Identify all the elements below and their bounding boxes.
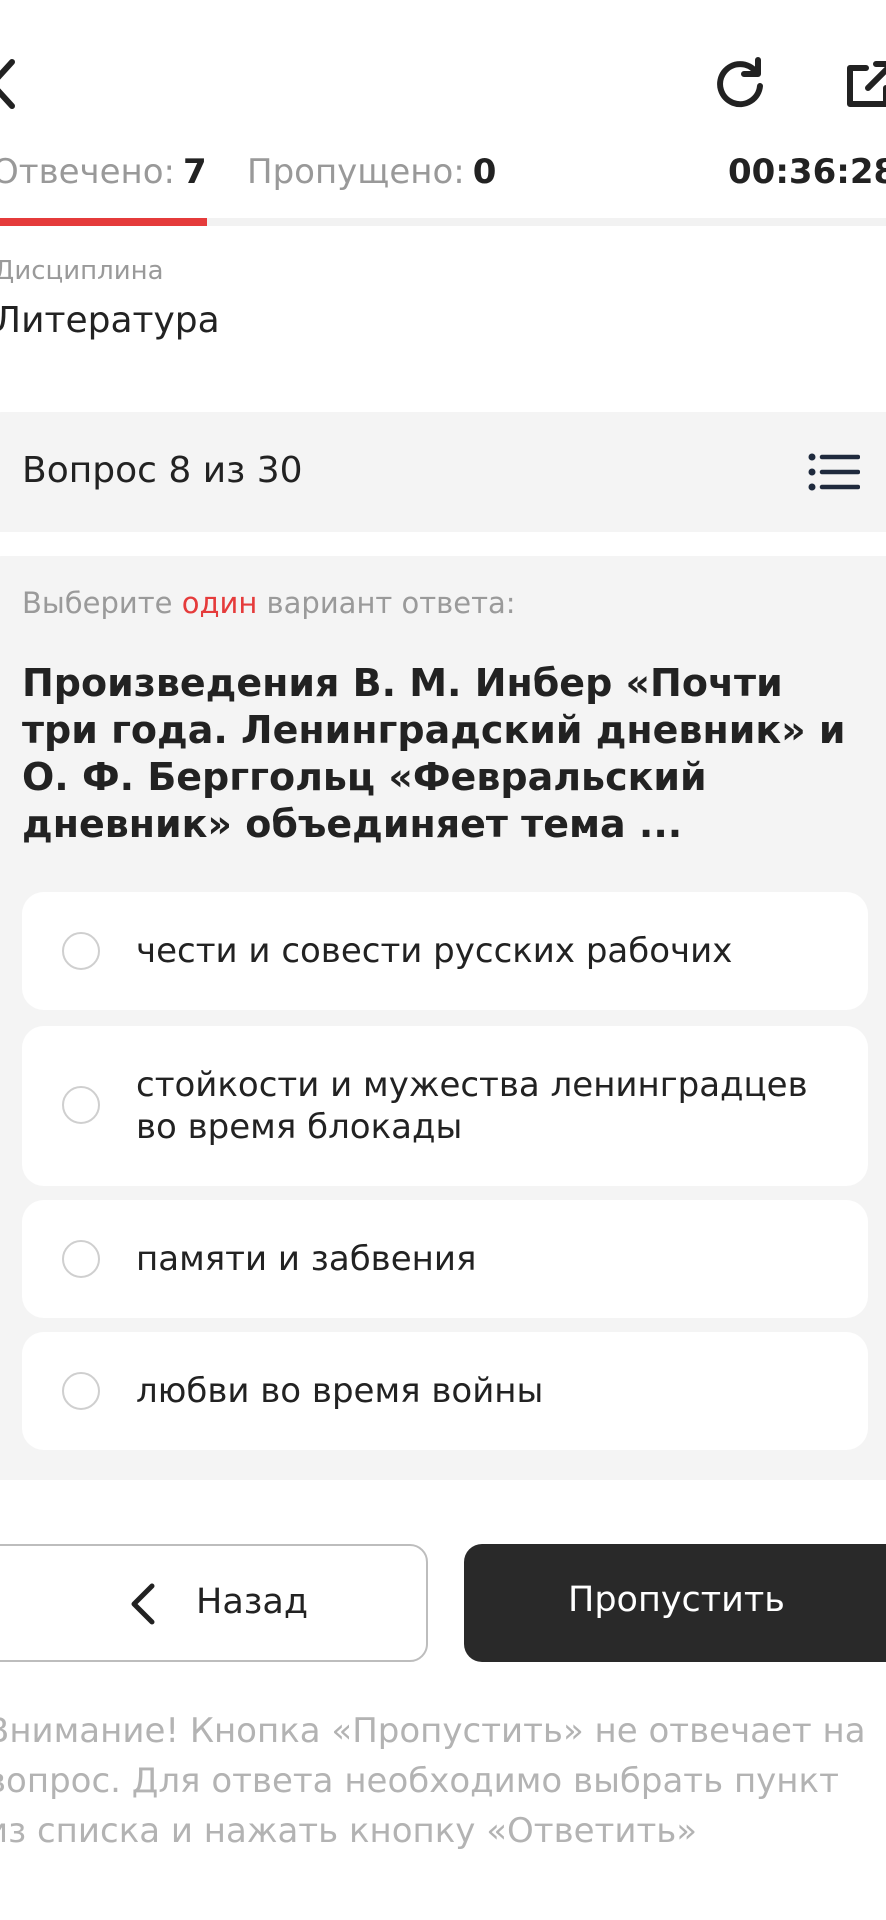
- instruction-prefix: Выберите: [22, 586, 182, 620]
- answered-label: Отвечено:: [0, 152, 176, 192]
- reload-icon[interactable]: [712, 56, 768, 112]
- back-button[interactable]: Назад: [0, 1544, 428, 1662]
- answer-option-label: памяти и забвения: [136, 1239, 477, 1279]
- skipped-count: 0: [472, 152, 497, 192]
- discipline-label: Дисциплина: [0, 256, 164, 286]
- answer-option[interactable]: памяти и забвения: [22, 1200, 868, 1318]
- question-instruction: Выберите один вариант ответа:: [22, 586, 516, 620]
- question-header: Вопрос 8 из 30: [0, 412, 886, 532]
- answer-stats: Отвечено: 7 Пропущено: 0 00:36:28: [0, 152, 886, 212]
- answered-count: 7: [183, 152, 207, 192]
- skipped-label: Пропущено:: [247, 152, 465, 192]
- back-button-label: Назад: [196, 1582, 309, 1622]
- list-icon[interactable]: [808, 452, 860, 492]
- progress-bar: [0, 218, 886, 226]
- external-link-icon[interactable]: [844, 60, 886, 110]
- question-number: Вопрос 8 из 30: [22, 450, 303, 491]
- progress-fill: [0, 218, 207, 226]
- radio-button[interactable]: [62, 932, 100, 970]
- question-card: Выберите один вариант ответа: Произведен…: [0, 556, 886, 1480]
- answered-stat: Отвечено: 7: [0, 152, 207, 192]
- instruction-suffix: вариант ответа:: [257, 586, 516, 620]
- answer-option-label: чести и совести русских рабочих: [136, 931, 733, 971]
- instruction-accent: один: [181, 586, 258, 620]
- radio-button[interactable]: [62, 1372, 100, 1410]
- answer-option[interactable]: чести и совести русских рабочих: [22, 892, 868, 1010]
- discipline-value: Литература: [0, 300, 220, 341]
- top-bar: [0, 0, 886, 150]
- skip-notice: Внимание! Кнопка «Пропустить» не отвечае…: [0, 1711, 866, 1851]
- skipped-stat: Пропущено: 0: [247, 152, 496, 192]
- answer-option[interactable]: любви во время войны: [22, 1332, 868, 1450]
- answer-option[interactable]: стойкости и мужества ленинградцев во вре…: [22, 1026, 868, 1186]
- question-text: Произведения В. М. Инбер «Почти три года…: [22, 661, 846, 846]
- skip-button[interactable]: Пропустить: [464, 1544, 886, 1662]
- radio-button[interactable]: [62, 1240, 100, 1278]
- radio-button[interactable]: [62, 1086, 100, 1124]
- chevron-left-icon[interactable]: [0, 56, 22, 112]
- timer: 00:36:28: [728, 152, 886, 192]
- skip-button-label: Пропустить: [568, 1580, 785, 1620]
- answer-option-label: любви во время войны: [136, 1371, 544, 1411]
- answer-option-label: стойкости и мужества ленинградцев во вре…: [136, 1065, 808, 1147]
- chevron-left-icon: [131, 1583, 155, 1625]
